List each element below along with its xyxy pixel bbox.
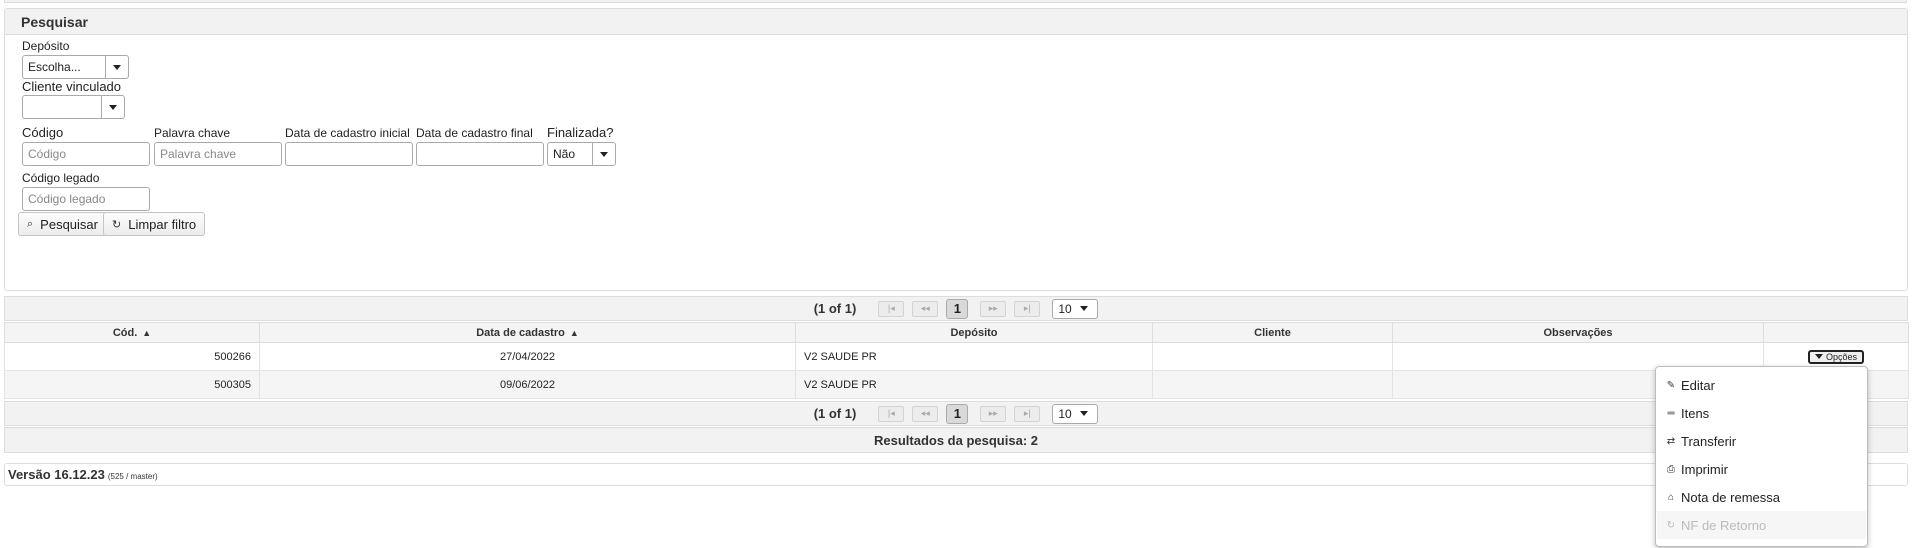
cell-data: 27/04/2022 bbox=[259, 342, 796, 371]
transfer-icon: ⇄ bbox=[1666, 435, 1676, 447]
chevron-down-icon[interactable] bbox=[101, 96, 124, 118]
chevron-down-icon bbox=[1079, 306, 1088, 311]
table-header-row: Cód. ▲︎ Data de cadastro ▲︎ Depósito Clien… bbox=[4, 322, 1909, 343]
reset-icon: ↻ bbox=[112, 218, 122, 231]
pencil-icon: ✎ bbox=[1666, 379, 1676, 391]
rows-per-page-value: 10 bbox=[1058, 406, 1072, 421]
results-table: Cód. ▲︎ Data de cadastro ▲︎ Depósito Clien… bbox=[4, 322, 1909, 399]
cell-cod: 500305 bbox=[4, 370, 260, 399]
cell-deposito: V2 SAUDE PR bbox=[795, 342, 1153, 371]
column-header-actions bbox=[1763, 322, 1909, 343]
sort-icon: ▲︎ bbox=[142, 327, 152, 338]
cliente-value bbox=[23, 96, 101, 118]
column-header-cod[interactable]: Cód. ▲︎ bbox=[4, 322, 260, 343]
search-button-label: Pesquisar bbox=[40, 216, 98, 232]
column-header-observacoes: Observações bbox=[1392, 322, 1764, 343]
menu-item-imprimir[interactable]: ⎙ Imprimir bbox=[1657, 455, 1866, 483]
rows-per-page-select[interactable]: 10 bbox=[1052, 403, 1099, 424]
finalizada-label: Finalizada? bbox=[547, 125, 614, 140]
cliente-label: Cliente vinculado bbox=[22, 79, 122, 94]
data-inicial-input[interactable] bbox=[285, 142, 413, 166]
finalizada-value: Não bbox=[553, 147, 576, 161]
codigo-label: Código bbox=[22, 125, 64, 140]
column-header-cliente: Cliente bbox=[1152, 322, 1393, 343]
cell-cliente bbox=[1152, 370, 1393, 399]
search-panel: Pesquisar Depósito Escolha... Cliente vi… bbox=[4, 8, 1908, 291]
chevron-down-icon[interactable] bbox=[105, 56, 128, 78]
first-page-icon[interactable]: |◂ bbox=[878, 300, 905, 317]
next-page-icon[interactable]: ▸▸ bbox=[980, 300, 1007, 317]
last-page-icon[interactable]: ▸| bbox=[1014, 405, 1041, 422]
next-page-icon[interactable]: ▸▸ bbox=[980, 405, 1007, 422]
menu-item-nf-de-retorno: ↻ NF de Retorno bbox=[1657, 511, 1866, 539]
last-page-icon[interactable]: ▸| bbox=[1014, 300, 1041, 317]
data-final-input[interactable] bbox=[416, 142, 544, 166]
menu-item-transferir[interactable]: ⇄ Transferir bbox=[1657, 427, 1866, 455]
data-inicial-label: Data de cadastro inicial bbox=[285, 126, 410, 140]
table-row[interactable]: 500305 09/06/2022 V2 SAUDE PR bbox=[4, 370, 1909, 399]
home-icon: ⌂ bbox=[1667, 491, 1675, 503]
build-text: (525 / master) bbox=[107, 471, 158, 481]
refresh-icon: ↻ bbox=[1666, 519, 1676, 531]
footer: Versão 16.12.23 (525 / master) bbox=[4, 463, 1908, 486]
finalizada-select[interactable]: Não bbox=[547, 142, 616, 166]
panel-title: Pesquisar bbox=[5, 9, 1907, 35]
search-button[interactable]: ⌕ Pesquisar bbox=[18, 212, 107, 236]
cell-cod: 500266 bbox=[4, 342, 260, 371]
deposito-value: Escolha... bbox=[28, 60, 81, 74]
cell-data: 09/06/2022 bbox=[259, 370, 796, 399]
cell-deposito: V2 SAUDE PR bbox=[795, 370, 1153, 399]
first-page-icon[interactable]: |◂ bbox=[878, 405, 905, 422]
list-icon: ═ bbox=[1667, 407, 1675, 419]
menu-item-nota-de-remessa[interactable]: ⌂ Nota de remessa bbox=[1657, 483, 1866, 511]
print-icon: ⎙ bbox=[1667, 463, 1675, 475]
version-text: Versão 16.12.23 bbox=[8, 467, 105, 482]
palavra-label: Palavra chave bbox=[154, 126, 231, 140]
clear-filter-label: Limpar filtro bbox=[128, 216, 197, 232]
menu-item-editar[interactable]: ✎ Editar bbox=[1657, 371, 1866, 399]
paginator-bottom: (1 of 1) |◂ ◂◂ 1 ▸▸ ▸| 10 bbox=[4, 401, 1908, 426]
sort-icon: ▲︎ bbox=[569, 327, 579, 338]
legado-input[interactable] bbox=[22, 187, 150, 211]
page-number[interactable]: 1 bbox=[946, 403, 969, 424]
codigo-input[interactable] bbox=[22, 142, 150, 166]
column-header-deposito: Depósito bbox=[795, 322, 1153, 343]
paginator-top: (1 of 1) |◂ ◂◂ 1 ▸▸ ▸| 10 bbox=[4, 296, 1908, 321]
search-icon: ⌕ bbox=[27, 217, 34, 230]
page-info: (1 of 1) bbox=[813, 406, 857, 421]
results-count: Resultados da pesquisa: 2 bbox=[4, 427, 1908, 453]
menu-item-itens[interactable]: ═ Itens bbox=[1657, 399, 1866, 427]
deposito-label: Depósito bbox=[22, 39, 70, 53]
clear-filter-button[interactable]: ↻ Limpar filtro bbox=[103, 212, 206, 236]
deposito-select[interactable]: Escolha... bbox=[22, 55, 129, 79]
column-header-data[interactable]: Data de cadastro ▲︎ bbox=[259, 322, 796, 343]
top-border bbox=[4, 0, 1907, 3]
chevron-down-icon bbox=[1079, 411, 1088, 416]
rows-per-page-value: 10 bbox=[1058, 301, 1072, 316]
page-info: (1 of 1) bbox=[813, 301, 857, 316]
chevron-down-icon[interactable] bbox=[592, 143, 615, 165]
options-menu: ✎ Editar ═ Itens ⇄ Transferir ⎙ Imprimir… bbox=[1655, 366, 1868, 547]
rows-per-page-select[interactable]: 10 bbox=[1052, 298, 1099, 319]
table-row[interactable]: 500266 27/04/2022 V2 SAUDE PR Opções bbox=[4, 342, 1909, 371]
data-final-label: Data de cadastro final bbox=[416, 126, 533, 140]
palavra-input[interactable] bbox=[154, 142, 282, 166]
cell-cliente bbox=[1152, 342, 1393, 371]
prev-page-icon[interactable]: ◂◂ bbox=[912, 405, 939, 422]
page-number[interactable]: 1 bbox=[946, 298, 969, 319]
prev-page-icon[interactable]: ◂◂ bbox=[912, 300, 939, 317]
cliente-select[interactable] bbox=[22, 95, 125, 119]
options-button[interactable]: Opções bbox=[1807, 349, 1865, 364]
legado-label: Código legado bbox=[22, 171, 100, 185]
caret-down-icon bbox=[1814, 354, 1823, 359]
